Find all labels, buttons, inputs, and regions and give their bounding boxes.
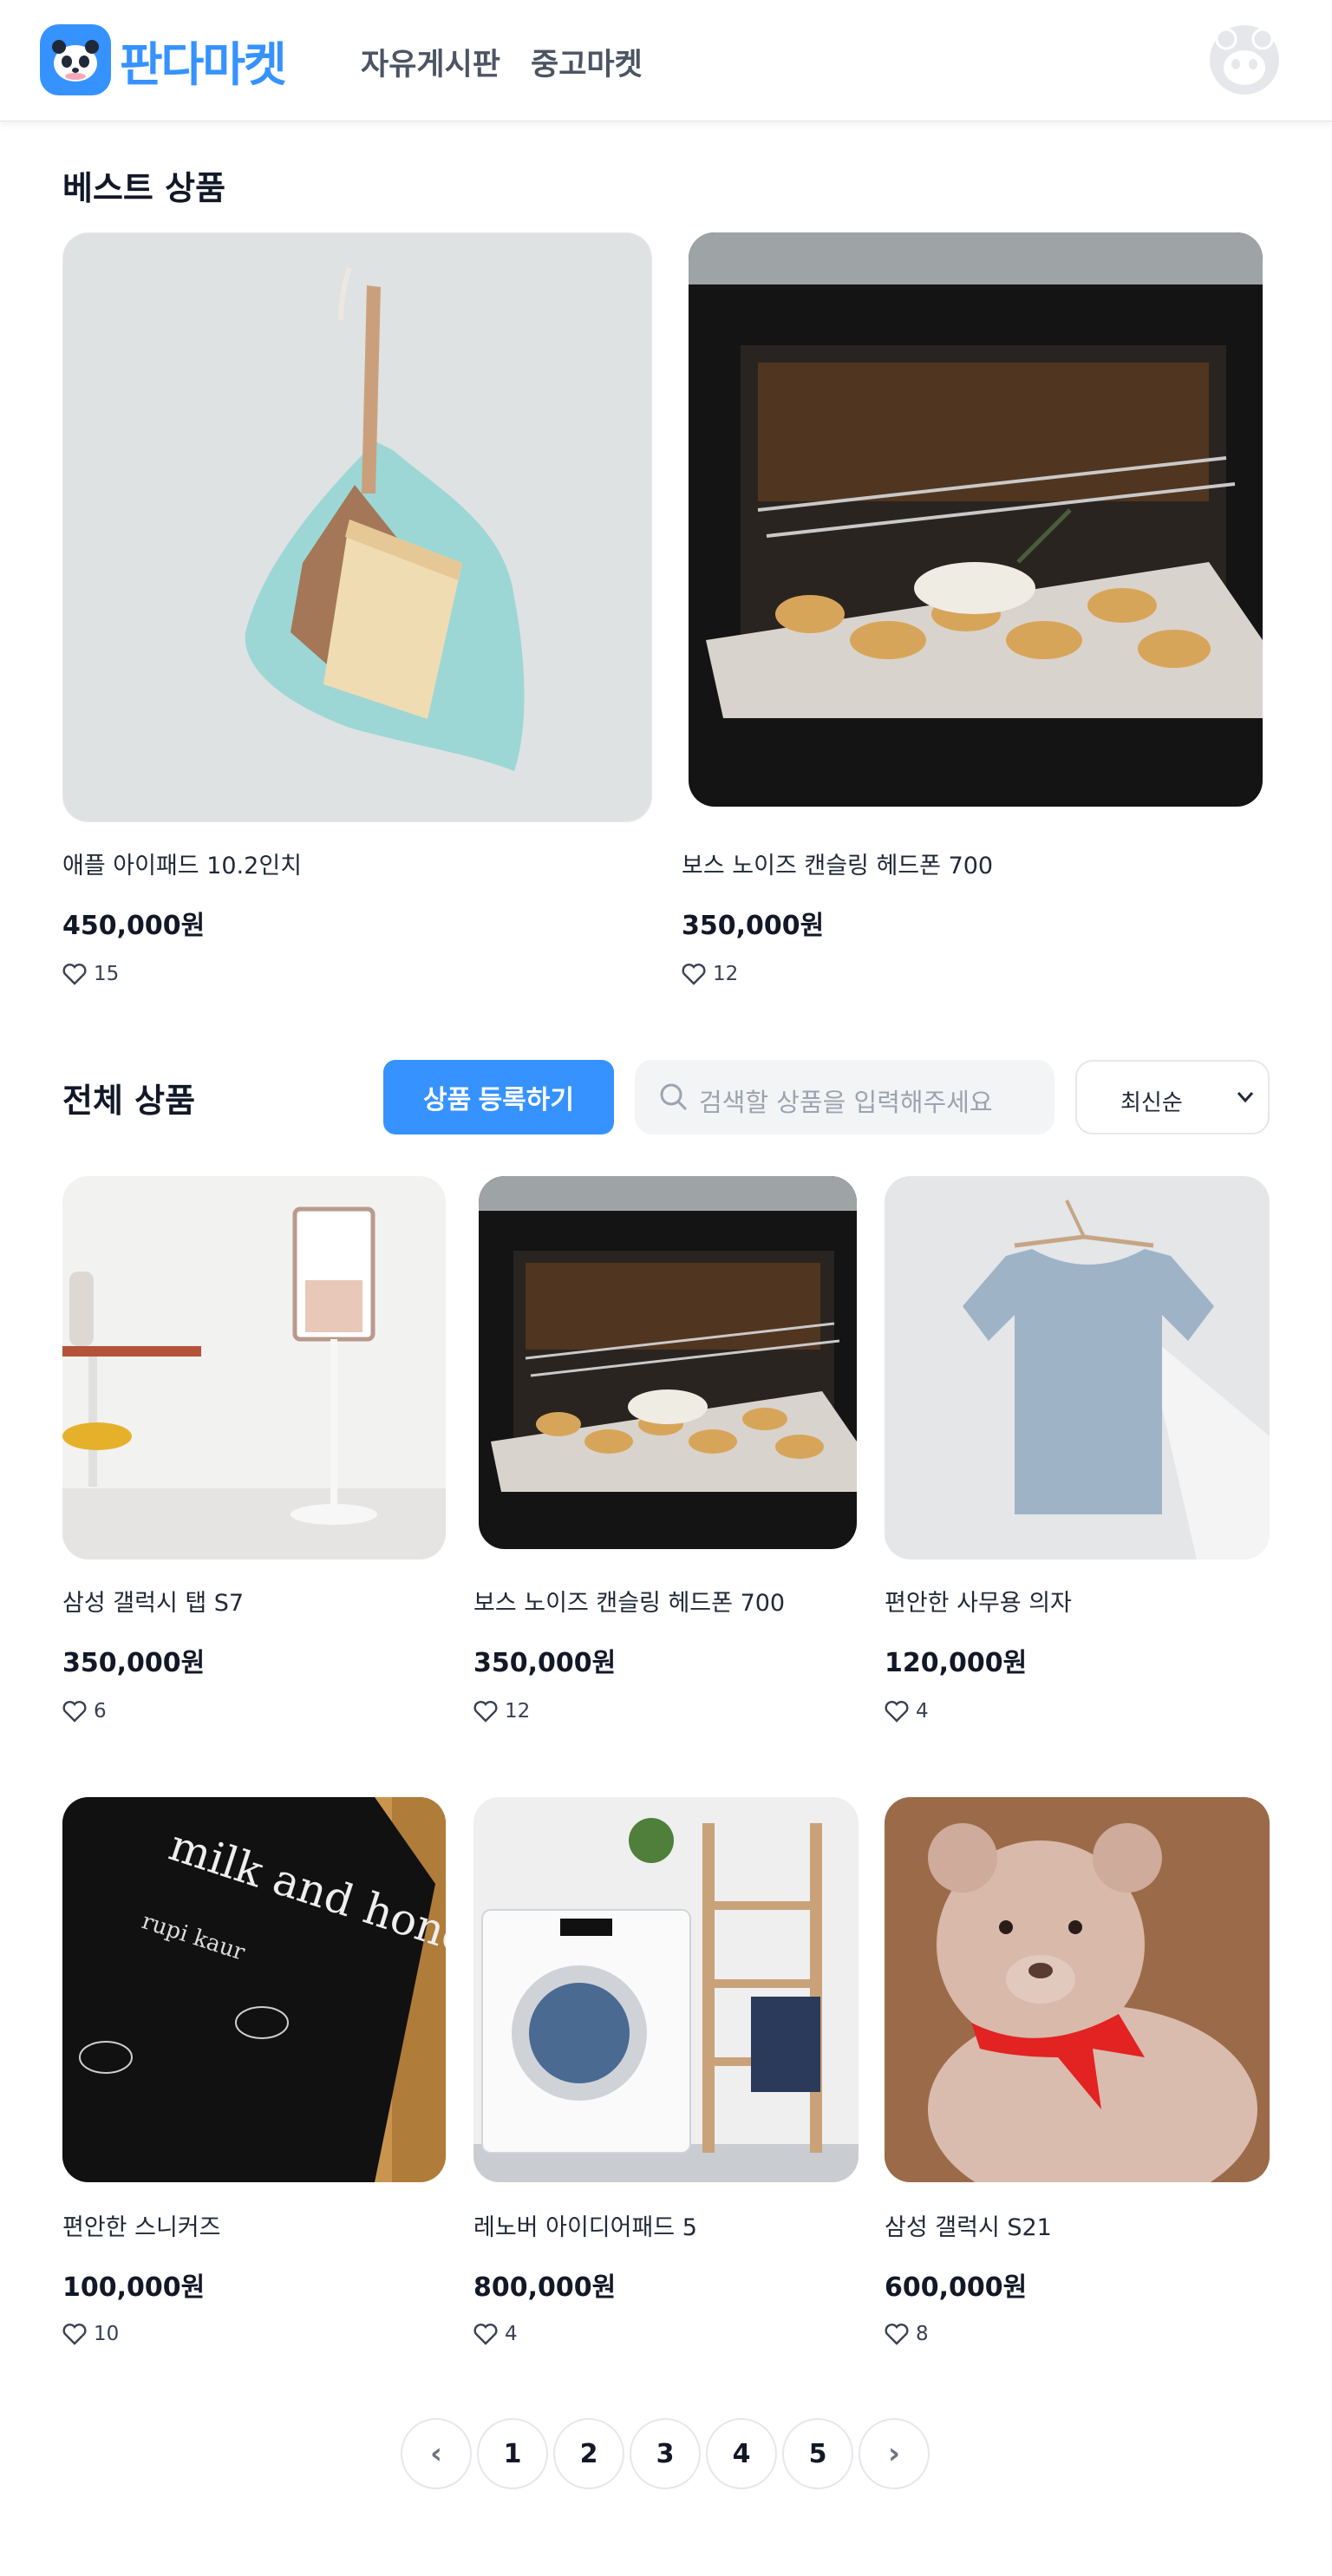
product-card[interactable]: 삼성 갤럭시 S21 600,000원 8 bbox=[885, 1797, 1270, 2361]
product-card[interactable]: 편안한 사무용 의자 120,000원 4 bbox=[885, 1176, 1270, 1740]
sort-select[interactable]: 최신순 bbox=[1075, 1060, 1270, 1134]
heart-icon bbox=[473, 2324, 498, 2345]
oven-baked-bread-photo bbox=[479, 1176, 857, 1549]
product-likes[interactable]: 8 bbox=[885, 2321, 929, 2347]
oven-baked-bread-photo bbox=[689, 232, 1263, 807]
product-name[interactable]: 삼성 갤럭시 탭 S7 bbox=[62, 1584, 244, 1618]
teddy-bear-photo bbox=[885, 1797, 1270, 2182]
heart-icon bbox=[682, 964, 706, 985]
product-price: 450,000원 bbox=[62, 911, 206, 941]
likes-count: 12 bbox=[505, 1700, 531, 1723]
product-name[interactable]: 애플 아이패드 10.2인치 bbox=[62, 847, 302, 880]
heart-icon bbox=[885, 1701, 909, 1723]
milk-and-honey-book-photo: milk and honey rupi kaur bbox=[62, 1797, 446, 2182]
best-products-title: 베스트 상품 bbox=[62, 169, 226, 207]
panda-logo-icon[interactable] bbox=[40, 24, 111, 95]
best-product-card[interactable]: 보스 노이즈 캔슬링 헤드폰 700 350,000원 12 bbox=[682, 232, 1263, 996]
likes-count: 4 bbox=[916, 1700, 929, 1723]
washing-machine-photo bbox=[473, 1797, 859, 2182]
all-products-title: 전체 상품 bbox=[62, 1082, 196, 1120]
pagination-page-3[interactable]: 3 bbox=[630, 2418, 701, 2489]
product-card[interactable]: 삼성 갤럭시 탭 S7 350,000원 6 bbox=[62, 1176, 446, 1740]
nav-free-board[interactable]: 자유게시판 bbox=[361, 40, 500, 84]
product-price: 350,000원 bbox=[62, 1648, 206, 1678]
likes-count: 6 bbox=[94, 1700, 107, 1723]
site-header: 판다마켓 자유게시판 중고마켓 bbox=[0, 0, 1332, 121]
product-name[interactable]: 편안한 스니커즈 bbox=[62, 2208, 220, 2242]
pagination-page-2[interactable]: 2 bbox=[553, 2418, 624, 2489]
product-likes[interactable]: 6 bbox=[62, 1698, 107, 1724]
product-price: 120,000원 bbox=[885, 1648, 1028, 1678]
dustpan-and-brush-photo bbox=[62, 232, 652, 822]
heart-icon bbox=[62, 964, 87, 985]
likes-count: 15 bbox=[94, 963, 120, 985]
product-likes[interactable]: 4 bbox=[885, 1698, 929, 1724]
likes-count: 4 bbox=[505, 2323, 518, 2345]
product-card[interactable]: 보스 노이즈 캔슬링 헤드폰 700 350,000원 12 bbox=[473, 1176, 857, 1740]
chevron-right-icon: › bbox=[887, 2436, 900, 2471]
chevron-left-icon: ‹ bbox=[429, 2436, 442, 2471]
product-likes[interactable]: 12 bbox=[682, 961, 738, 987]
likes-count: 8 bbox=[916, 2323, 929, 2345]
product-likes[interactable]: 4 bbox=[473, 2321, 518, 2347]
product-price: 350,000원 bbox=[682, 911, 825, 941]
product-likes[interactable]: 10 bbox=[62, 2321, 119, 2347]
nav-used-market[interactable]: 중고마켓 bbox=[531, 40, 643, 84]
heart-icon bbox=[473, 1701, 498, 1723]
pagination-page-1[interactable]: 1 bbox=[477, 2418, 548, 2489]
pagination-prev-button[interactable]: ‹ bbox=[401, 2418, 472, 2489]
product-name[interactable]: 삼성 갤럭시 S21 bbox=[885, 2208, 1052, 2242]
tshirt-on-hanger-photo bbox=[885, 1176, 1270, 1559]
likes-count: 12 bbox=[713, 963, 739, 985]
search-icon bbox=[660, 1083, 688, 1111]
product-card[interactable]: milk and honey rupi kaur 편안한 스니커즈 100,00… bbox=[62, 1797, 446, 2361]
search-placeholder: 검색할 상품을 입력해주세요 bbox=[699, 1088, 993, 1117]
chevron-down-icon bbox=[1237, 1092, 1254, 1103]
likes-count: 10 bbox=[94, 2323, 120, 2345]
product-name[interactable]: 레노버 아이디어패드 5 bbox=[473, 2208, 697, 2242]
heart-icon bbox=[62, 2324, 87, 2345]
pagination-page-5[interactable]: 5 bbox=[782, 2418, 853, 2489]
product-likes[interactable]: 15 bbox=[62, 961, 119, 987]
product-name[interactable]: 보스 노이즈 캔슬링 헤드폰 700 bbox=[473, 1584, 785, 1618]
register-product-button[interactable]: 상품 등록하기 bbox=[383, 1060, 614, 1134]
product-likes[interactable]: 12 bbox=[473, 1698, 530, 1724]
pagination-next-button[interactable]: › bbox=[859, 2418, 930, 2489]
sort-selected-value: 최신순 bbox=[1120, 1090, 1183, 1116]
product-name[interactable]: 편안한 사무용 의자 bbox=[885, 1584, 1072, 1618]
search-input[interactable]: 검색할 상품을 입력해주세요 bbox=[635, 1060, 1054, 1134]
product-name[interactable]: 보스 노이즈 캔슬링 헤드폰 700 bbox=[682, 847, 993, 880]
heart-icon bbox=[885, 2324, 909, 2345]
product-price: 350,000원 bbox=[473, 1648, 617, 1678]
product-price: 800,000원 bbox=[473, 2272, 617, 2303]
best-product-card[interactable]: 애플 아이패드 10.2인치 450,000원 15 bbox=[62, 232, 652, 996]
product-card[interactable]: 레노버 아이디어패드 5 800,000원 4 bbox=[473, 1797, 859, 2361]
heart-icon bbox=[62, 1701, 87, 1723]
user-avatar-icon[interactable] bbox=[1209, 24, 1280, 95]
pagination-page-4[interactable]: 4 bbox=[706, 2418, 777, 2489]
product-price: 600,000원 bbox=[885, 2272, 1028, 2303]
product-price: 100,000원 bbox=[62, 2272, 206, 2303]
stand-tv-room-photo bbox=[62, 1176, 446, 1559]
logo-text[interactable]: 판다마켓 bbox=[120, 26, 287, 95]
